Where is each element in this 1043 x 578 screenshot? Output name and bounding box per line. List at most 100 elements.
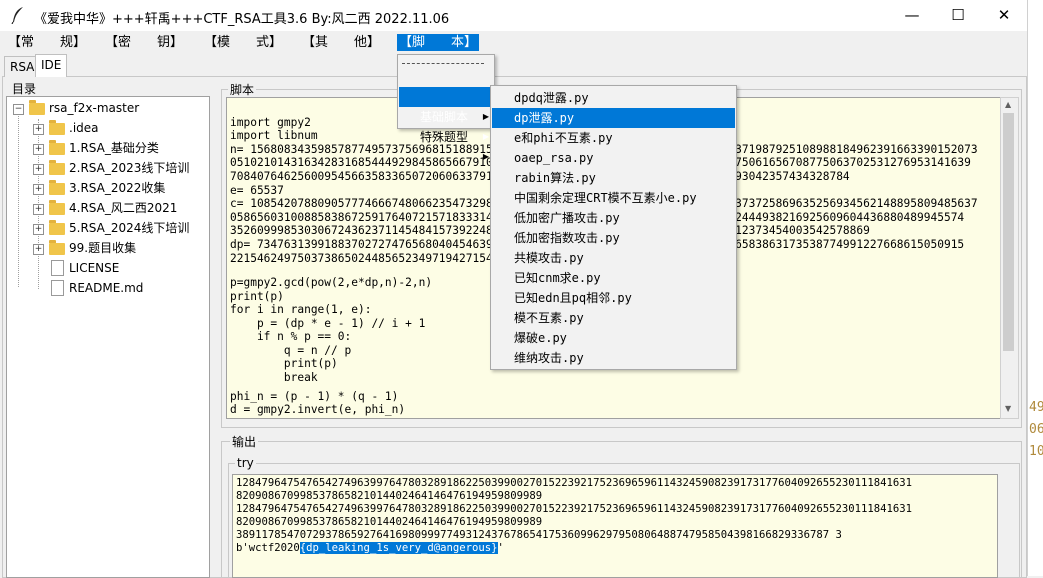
menu-general[interactable]: 【常 规】 xyxy=(8,34,86,51)
minimize-button[interactable]: — xyxy=(889,0,935,31)
background-number: 06 xyxy=(1029,422,1043,437)
scroll-up-icon[interactable]: ▲ xyxy=(1005,100,1011,109)
minimize-icon: — xyxy=(904,6,920,24)
menu-item-script[interactable]: 已知edn且pq相邻.py xyxy=(492,288,735,308)
menu-item-label: 低加密指数攻击.py xyxy=(514,231,620,245)
tearoff-line[interactable] xyxy=(402,63,484,64)
tree-item[interactable]: 3.RSA_2022收集 xyxy=(69,178,165,198)
menu-item-label: oaep_rsa.py xyxy=(514,151,594,165)
file-tree[interactable]: − rsa_f2x-master + .idea + 1.RSA_基础分类 + … xyxy=(6,96,210,578)
tree-item[interactable]: 99.题目收集 xyxy=(69,238,136,258)
file-icon xyxy=(51,260,64,276)
collapse-icon[interactable]: − xyxy=(13,104,24,115)
pane-divider[interactable] xyxy=(212,80,218,576)
output-text[interactable]: 1284796475476542749639976478032891862250… xyxy=(232,474,998,578)
menu-item-script[interactable]: 低加密广播攻击.py xyxy=(492,208,735,228)
menu-item-label: 特殊题型 xyxy=(420,130,469,144)
expand-icon[interactable]: + xyxy=(33,164,44,175)
folder-icon xyxy=(49,160,65,175)
tree-item[interactable]: 5.RSA_2024线下培训 xyxy=(69,218,189,238)
menu-item-script[interactable]: 低加密指数攻击.py xyxy=(492,228,735,248)
scrollbar-thumb[interactable] xyxy=(1003,113,1014,351)
expand-icon[interactable]: + xyxy=(33,244,44,255)
menu-item-script[interactable]: 共模攻击.py xyxy=(492,248,735,268)
code-line: import gmpy2 xyxy=(230,116,311,129)
menu-other[interactable]: 【其 他】 xyxy=(302,34,380,51)
folder-icon xyxy=(49,180,65,195)
script-menu: sagmath ▶ 基础脚本 ▶ 特殊题型 ▶ xyxy=(397,54,495,161)
menu-item-label: dpdq泄露.py xyxy=(514,91,589,105)
menu-item-script[interactable]: 中国剩余定理CRT模不互素小e.py xyxy=(492,188,735,208)
menu-item-label: 维纳攻击.py xyxy=(514,351,584,365)
close-button[interactable]: ✕ xyxy=(981,0,1027,31)
menu-item-sagmath[interactable]: sagmath ▶ xyxy=(399,67,493,121)
submenu-arrow-icon: ▶ xyxy=(482,132,489,141)
menu-item-script[interactable]: 爆破e.py xyxy=(492,328,735,348)
expand-icon[interactable]: + xyxy=(33,204,44,215)
menu-item-script[interactable]: dpdq泄露.py xyxy=(492,88,735,108)
maximize-icon: ☐ xyxy=(951,6,965,24)
menu-item-script[interactable]: 已知cnm求e.py xyxy=(492,268,735,288)
tree-label: 目录 xyxy=(12,82,37,96)
code-line: e= 65537 xyxy=(230,184,284,197)
flag-line: b'wctf2020{dp_leaking_1s_very_d@angerous… xyxy=(236,542,504,555)
output-line: 1284796475476542749639976478032891862250… xyxy=(236,503,913,515)
menu-script[interactable]: 【脚 本】 xyxy=(397,34,480,51)
menu-item-label: 爆破e.py xyxy=(514,331,567,345)
tree-item[interactable]: 4.RSA_风二西2021 xyxy=(69,198,177,218)
output-label: 输出 xyxy=(230,433,259,450)
tree-item[interactable]: .idea xyxy=(69,118,99,138)
expand-icon[interactable]: + xyxy=(33,224,44,235)
output-line: 3891178547072937865927641698099977493124… xyxy=(236,529,842,541)
menu-item-script[interactable]: oaep_rsa.py xyxy=(492,148,735,168)
code-line: break xyxy=(230,371,318,384)
tree-guide-line xyxy=(18,111,19,287)
scroll-down-icon[interactable]: ▼ xyxy=(1005,404,1011,413)
feather-icon xyxy=(11,7,23,24)
tree-root[interactable]: rsa_f2x-master xyxy=(49,98,139,118)
expand-icon[interactable]: + xyxy=(33,124,44,135)
menu-key[interactable]: 【密 钥】 xyxy=(105,34,183,51)
tree-item[interactable]: README.md xyxy=(69,278,143,298)
menu-item-script[interactable]: 模不互素.py xyxy=(492,308,735,328)
folder-icon xyxy=(49,220,65,235)
menu-item-script[interactable]: 维纳攻击.py xyxy=(492,348,735,368)
folder-icon xyxy=(49,120,65,135)
maximize-button[interactable]: ☐ xyxy=(935,0,981,31)
code-line: q = n // p xyxy=(230,344,352,357)
menu-item-label: 已知cnm求e.py xyxy=(514,271,601,285)
flag-selection[interactable]: {dp_leaking_1s_very_d@angerous} xyxy=(299,542,498,554)
menu-item-script[interactable]: dp泄露.py xyxy=(492,108,735,128)
menu-mode[interactable]: 【模 式】 xyxy=(204,34,282,51)
tree-item[interactable]: LICENSE xyxy=(69,258,119,278)
tree-item[interactable]: 1.RSA_基础分类 xyxy=(69,138,159,158)
expand-icon[interactable]: + xyxy=(33,144,44,155)
tab-ide[interactable]: IDE xyxy=(35,54,68,77)
submenu-arrow-icon: ▶ xyxy=(482,152,489,161)
output-line: 8209086709985378658210144024641464761949… xyxy=(236,490,543,502)
output-line: 8209086709985378658210144024641464761949… xyxy=(236,516,543,528)
folder-icon xyxy=(49,240,65,255)
script-label: 脚本 xyxy=(228,81,257,98)
background-number: 49 xyxy=(1029,400,1043,415)
flag-prefix: b'wctf2020 xyxy=(236,542,300,554)
folder-icon xyxy=(29,100,45,115)
code-line: if n % p == 0: xyxy=(230,330,352,343)
menu-item-special-problems[interactable]: 特殊题型 ▶ xyxy=(399,107,493,161)
menu-item-script[interactable]: rabin算法.py xyxy=(492,168,735,188)
file-icon xyxy=(51,280,64,296)
background-number: 10 xyxy=(1029,444,1043,459)
expand-icon[interactable]: + xyxy=(33,184,44,195)
menu-item-label: 模不互素.py xyxy=(514,311,584,325)
menu-item-basic-scripts[interactable]: 基础脚本 ▶ xyxy=(399,87,493,141)
code-line: print(p) xyxy=(230,290,284,303)
code-line: phi_n = (p - 1) * (q - 1) xyxy=(230,390,399,403)
code-line: p=gmpy2.gcd(pow(2,e*dp,n)-2,n) xyxy=(230,276,433,289)
menu-item-script[interactable]: e和phi不互素.py xyxy=(492,128,735,148)
folder-icon xyxy=(49,200,65,215)
tree-item[interactable]: 2.RSA_2023线下培训 xyxy=(69,158,189,178)
basic-scripts-submenu: dpdq泄露.py dp泄露.py e和phi不互素.py oaep_rsa.p… xyxy=(490,85,737,370)
menu-item-label: 已知edn且pq相邻.py xyxy=(514,291,632,305)
code-line: print(p) xyxy=(230,357,338,370)
menu-item-label: e和phi不互素.py xyxy=(514,131,613,145)
